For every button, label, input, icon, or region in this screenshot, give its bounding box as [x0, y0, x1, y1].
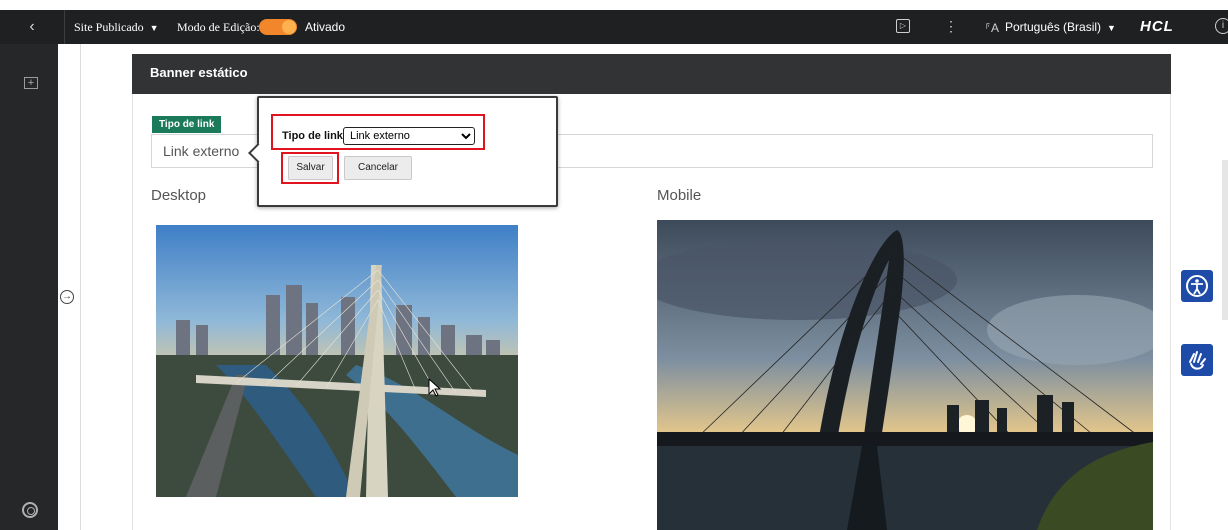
edit-mode-label: Modo de Edição:	[177, 20, 260, 34]
chevron-left-icon[interactable]: ‹	[0, 10, 64, 44]
caret-down-icon: ▼	[1107, 23, 1116, 33]
popup-link-type-label: Tipo de link	[282, 130, 343, 142]
edit-mode-toggle[interactable]	[259, 19, 297, 35]
sign-language-button[interactable]	[1181, 344, 1213, 376]
help-icon[interactable]	[22, 502, 38, 518]
accessibility-icon	[1186, 275, 1208, 297]
sign-language-icon	[1189, 351, 1206, 370]
add-component-icon[interactable]: +	[24, 77, 38, 89]
left-rail: +	[0, 44, 58, 530]
mobile-label: Mobile	[657, 187, 702, 204]
link-type-tag: Tipo de link	[152, 116, 222, 133]
cancel-button[interactable]: Cancelar	[344, 156, 412, 180]
brand-logo: HCL	[1140, 18, 1174, 35]
mouse-cursor-icon	[428, 378, 442, 397]
caret-down-icon: ▼	[149, 23, 159, 33]
desktop-banner-image[interactable]	[156, 225, 518, 497]
toolbar-divider	[64, 10, 65, 44]
side-gutter: →	[58, 44, 81, 530]
language-dropdown[interactable]: Português (Brasil) ▼	[1005, 20, 1116, 34]
translate-icon: ⸁A	[985, 21, 1000, 35]
accessibility-button[interactable]	[1181, 270, 1213, 302]
scrollbar[interactable]	[1222, 160, 1228, 320]
preview-icon[interactable]: ▷	[896, 19, 910, 33]
desktop-label: Desktop	[151, 187, 207, 204]
expand-panel-icon[interactable]: →	[60, 290, 74, 304]
info-icon[interactable]: i	[1215, 18, 1228, 34]
toggle-knob	[282, 20, 296, 34]
edit-mode-state: Ativado	[305, 20, 346, 34]
language-label: Português (Brasil)	[1005, 20, 1102, 34]
link-type-popup: Tipo de link Link externo Salvar Cancela…	[248, 96, 558, 207]
site-published-label: Site Publicado	[74, 20, 144, 34]
card-title: Banner estático	[132, 54, 1171, 94]
more-options-icon[interactable]: ⋮	[944, 18, 958, 35]
site-published-dropdown[interactable]: Site Publicado ▼	[74, 20, 159, 35]
link-type-select[interactable]: Link externo	[343, 127, 475, 145]
mobile-banner-image[interactable]	[657, 220, 1153, 530]
save-button[interactable]: Salvar	[288, 156, 333, 180]
top-toolbar: ‹ Site Publicado ▼ Modo de Edição: Ativad…	[0, 10, 1228, 44]
